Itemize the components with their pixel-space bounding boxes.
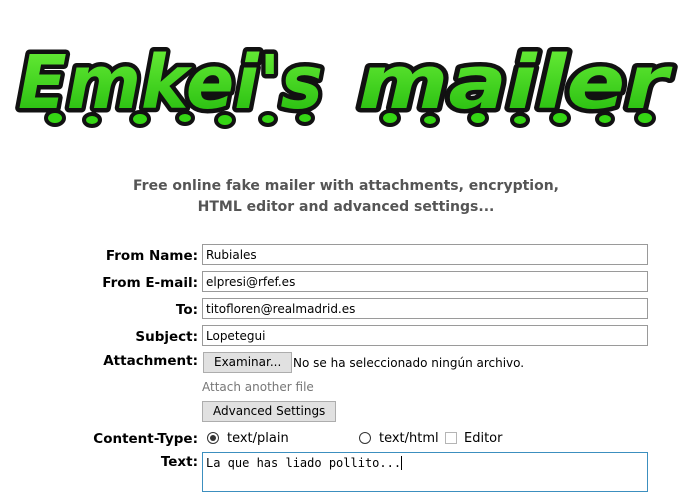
tagline-line-1: Free online fake mailer with attachments… [133,178,559,194]
from-name-input[interactable]: Rubiales [202,244,648,265]
message-text: La que has liado pollito... [206,456,402,470]
text-html-label[interactable]: text/html [379,431,439,446]
to-input[interactable]: titofloren@realmadrid.es [202,298,648,319]
site-logo: Emkei's mailer [14,36,678,131]
from-email-input[interactable]: elpresi@rfef.es [202,271,648,292]
message-textarea[interactable]: La que has liado pollito... [202,452,648,492]
text-plain-radio[interactable] [207,432,219,444]
content-type-label: Content-Type: [93,431,198,447]
attach-another-link[interactable]: Attach another file [202,380,314,394]
text-plain-label[interactable]: text/plain [227,431,289,446]
from-name-label: From Name: [105,248,198,264]
text-caret [401,456,403,470]
subject-label: Subject: [135,329,198,345]
advanced-settings-button[interactable]: Advanced Settings [202,401,337,422]
browse-file-button[interactable]: Examinar... [203,352,293,373]
text-label: Text: [160,454,198,470]
tagline-line-2: HTML editor and advanced settings... [197,199,495,215]
editor-label[interactable]: Editor [464,431,502,446]
subject-input[interactable]: Lopetegui [202,325,648,346]
to-label: To: [175,302,198,318]
file-status-text: No se ha seleccionado ningún archivo. [293,356,525,370]
attachment-label: Attachment: [103,353,198,369]
from-email-label: From E-mail: [102,275,198,291]
text-html-radio[interactable] [359,432,371,444]
editor-checkbox[interactable] [445,432,457,444]
